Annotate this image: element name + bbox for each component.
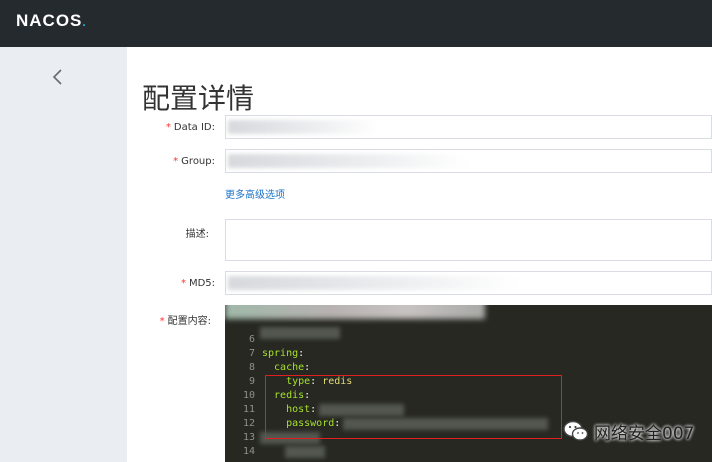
code-line: 8 cache: xyxy=(225,361,712,375)
back-button[interactable] xyxy=(50,67,66,87)
required-mark: * xyxy=(165,122,171,133)
redacted-value xyxy=(228,276,518,290)
group-label: * Group: xyxy=(173,156,215,167)
line-number: 9 xyxy=(248,376,255,387)
main-content: 配置详情 * Data ID: * Group: 更多高级选项 描述: * MD5: … xyxy=(127,47,712,462)
sidebar xyxy=(0,47,127,462)
page-title: 配置详情 xyxy=(142,82,255,115)
yaml-key: spring xyxy=(262,348,299,359)
line-number: 7 xyxy=(248,348,255,359)
advanced-options-link[interactable]: 更多高级选项 xyxy=(225,186,285,201)
yaml-key: cache xyxy=(262,362,305,373)
data-id-label: * Data ID: xyxy=(165,122,215,133)
code-line: 7 spring: xyxy=(225,347,712,361)
required-mark: * xyxy=(180,278,186,289)
logo-dot: . xyxy=(82,15,87,29)
line-number: 14 xyxy=(242,446,255,457)
redacted-area xyxy=(225,305,485,319)
line-number: 6 xyxy=(248,334,255,345)
line-number: 11 xyxy=(242,404,255,415)
logo-text: NACOS xyxy=(16,11,83,30)
watermark-text: 网络安全007 xyxy=(594,423,695,444)
highlight-box xyxy=(265,375,562,439)
top-navigation-bar: NACOS. xyxy=(0,0,712,47)
data-id-field[interactable] xyxy=(225,115,712,139)
description-label: 描述: xyxy=(185,229,209,240)
required-mark: * xyxy=(159,316,165,327)
line-number: 10 xyxy=(242,390,255,401)
redacted-value xyxy=(228,120,378,134)
line-number: 8 xyxy=(248,362,255,373)
redacted-value xyxy=(228,154,468,168)
chevron-left-icon xyxy=(52,69,62,85)
wechat-icon xyxy=(563,420,589,441)
code-line: 14 xyxy=(225,445,712,459)
redacted-code xyxy=(285,446,325,458)
content-label: * 配置内容: xyxy=(159,316,211,327)
nacos-logo[interactable]: NACOS. xyxy=(16,11,87,31)
group-field[interactable] xyxy=(225,149,712,173)
code-line: 6 xyxy=(225,333,712,347)
required-mark: * xyxy=(173,156,179,167)
md5-label: * MD5: xyxy=(180,278,215,289)
line-number: 12 xyxy=(242,418,255,429)
description-field[interactable] xyxy=(225,219,712,261)
md5-field[interactable] xyxy=(225,271,712,295)
line-number: 13 xyxy=(242,432,255,443)
watermark: 网络安全007 xyxy=(563,418,694,444)
